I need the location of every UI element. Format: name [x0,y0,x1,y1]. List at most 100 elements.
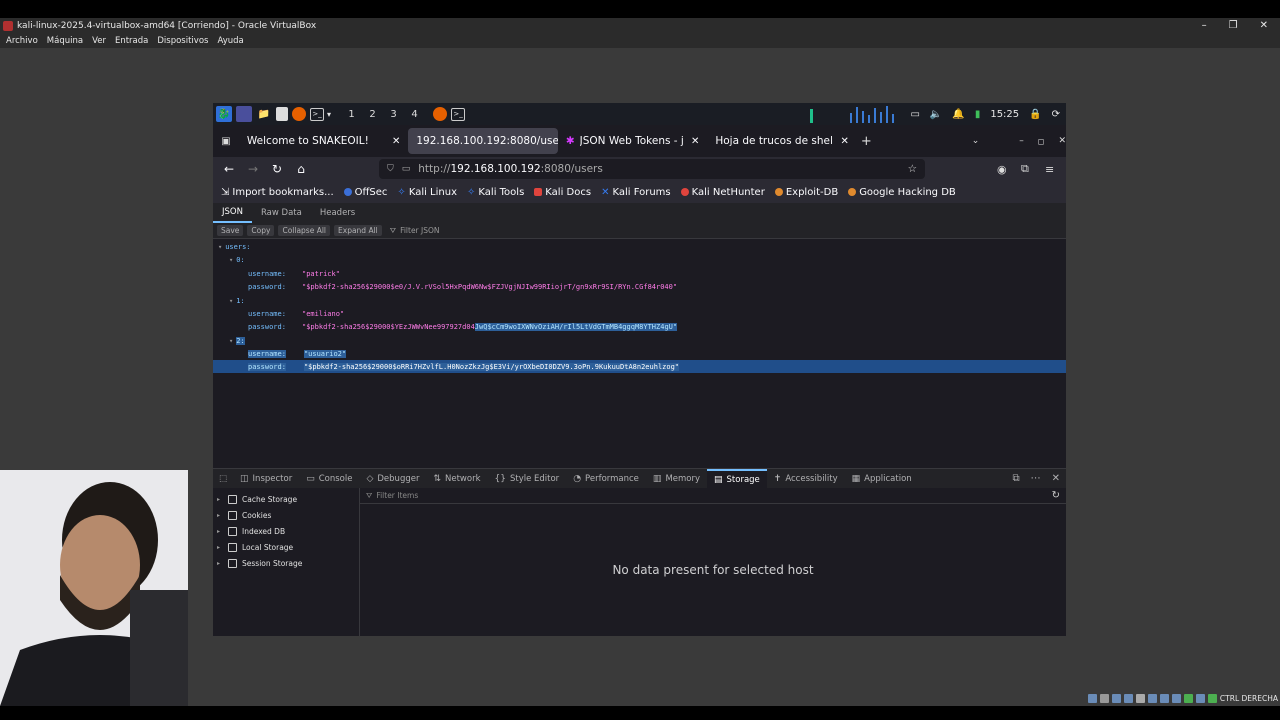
url-bar[interactable]: ⛉ ▭ http://192.168.100.192:8080/users ☆ [379,159,925,179]
tab-debugger[interactable]: ◇ Debugger [359,469,426,489]
collapse-all-button[interactable]: Collapse All [278,225,331,236]
expand-arrow-icon[interactable]: ▸ [217,528,223,535]
tab-headers[interactable]: Headers [311,203,364,223]
close-icon[interactable]: ✕ [1260,20,1268,31]
network-status-icon[interactable] [1123,694,1133,703]
filter-json-input[interactable]: Filter JSON [400,226,439,235]
bookmark-kali-linux[interactable]: ✧ Kali Linux [397,187,457,198]
chevron-down-icon[interactable]: ▾ [327,110,331,119]
shared-folder-icon[interactable] [1147,694,1157,703]
shield-icon[interactable]: ⛉ [387,164,394,174]
close-tab-icon[interactable]: ✕ [392,136,400,147]
tab-network[interactable]: ⇅ Network [426,469,487,489]
expand-arrow-icon[interactable]: ▸ [217,544,223,551]
clock[interactable]: 15:25 [990,109,1019,120]
volume-icon[interactable]: 🔈 [930,109,942,120]
json-row-index-0[interactable]: ▾ 0: [213,253,1066,266]
json-row-password-selected[interactable]: password: "$pbkdf2-sha256$29000$oRRi7HZv… [213,360,1066,373]
expand-toggle-icon[interactable]: ▾ [218,243,222,251]
power-icon[interactable]: ⟳ [1052,109,1060,120]
workspace-1[interactable]: 1 [341,109,362,120]
url-text[interactable]: http://192.168.100.192:8080/users [418,163,603,175]
bookmark-kali-docs[interactable]: Kali Docs [534,187,591,198]
menu-maquina[interactable]: Máquina [47,36,83,46]
expand-arrow-icon[interactable]: ▸ [217,512,223,519]
battery-icon[interactable]: ▮ [975,109,981,120]
files-icon[interactable]: 📁 [256,106,272,122]
app-menu-icon[interactable]: ≡ [1045,163,1054,176]
tab-console[interactable]: ▭ Console [299,469,359,489]
tab-memory[interactable]: ▥ Memory [646,469,707,489]
page-info-icon[interactable]: ▭ [402,164,411,174]
workspace-3[interactable]: 3 [383,109,404,120]
tab-jwt[interactable]: ✱ JSON Web Tokens - jwt.io ✕ [558,128,708,154]
recording-icon[interactable] [1171,694,1181,703]
bookmark-kali-tools[interactable]: ✧ Kali Tools [467,187,524,198]
json-row-index-2[interactable]: ▾ 2: [213,334,1066,347]
back-icon[interactable]: ← [217,162,241,176]
bookmark-import[interactable]: ⇲ Import bookmarks... [221,187,334,198]
display-settings-icon[interactable]: ▭ [910,109,919,120]
copy-button[interactable]: Copy [247,225,275,236]
tab-storage[interactable]: ▤ Storage [707,468,767,489]
menu-archivo[interactable]: Archivo [6,36,38,46]
optical-icon[interactable] [1099,694,1109,703]
usb-icon[interactable] [1135,694,1145,703]
bookmark-kali-nethunter[interactable]: Kali NetHunter [680,187,765,198]
new-tab-icon[interactable]: + [861,134,872,149]
home-icon[interactable]: ⌂ [289,162,313,176]
bookmark-offsec[interactable]: OffSec [343,187,387,198]
expand-all-button[interactable]: Expand All [334,225,382,236]
storage-item-cookies[interactable]: ▸ Cookies [213,507,359,523]
more-options-icon[interactable]: ⋯ [1031,473,1041,484]
dock-icon[interactable]: ⧉ [1012,473,1019,484]
minimize-icon[interactable]: – [1202,20,1207,31]
storage-item-cache[interactable]: ▸ Cache Storage [213,491,359,507]
tab-snakeoil[interactable]: Welcome to SNAKEOIL! ✕ [239,128,408,154]
window-maximize-icon[interactable]: ◻ [1038,137,1045,146]
lock-icon[interactable]: 🔒 [1029,109,1041,120]
mouse-icon[interactable] [1195,694,1205,703]
reload-icon[interactable]: ↻ [265,162,289,176]
storage-item-local[interactable]: ▸ Local Storage [213,539,359,555]
tab-reverse-shell[interactable]: Hoja de trucos de shell invers ✕ [707,128,857,154]
tab-overview-icon[interactable]: ▣ [213,136,239,147]
extensions-icon[interactable]: ⧉ [1021,162,1029,176]
storage-item-session[interactable]: ▸ Session Storage [213,555,359,571]
workspace-2[interactable]: 2 [362,109,383,120]
display-icon[interactable] [1159,694,1169,703]
json-row-username[interactable]: username: "usuario2" [213,347,1066,360]
kali-menu-icon[interactable]: 🐉 [216,106,232,122]
window-close-icon[interactable]: ✕ [1058,136,1066,146]
text-editor-icon[interactable] [276,107,288,121]
bookmark-exploit-db[interactable]: Exploit-DB [774,187,838,198]
menu-dispositivos[interactable]: Dispositivos [157,36,208,46]
menu-ayuda[interactable]: Ayuda [217,36,243,46]
window-minimize-icon[interactable]: – [1019,136,1024,146]
keyboard-icon[interactable] [1207,694,1217,703]
expand-toggle-icon[interactable]: ▾ [229,256,233,264]
audio-icon[interactable] [1111,694,1121,703]
terminal-window-icon[interactable]: >_ [451,107,466,121]
tab-style-editor[interactable]: {} Style Editor [488,469,567,489]
close-tab-icon[interactable]: ✕ [840,136,848,147]
bookmark-google-hacking-db[interactable]: Google Hacking DB [848,187,956,198]
tab-inspector[interactable]: ◫ Inspector [233,469,299,489]
filter-items-input[interactable]: Filter Items [376,491,418,500]
tab-performance[interactable]: ◔ Performance [566,469,646,489]
save-button[interactable]: Save [217,225,244,236]
close-tab-icon[interactable]: ✕ [691,136,699,147]
bookmark-star-icon[interactable]: ☆ [908,163,917,175]
cpu-icon[interactable] [1183,694,1193,703]
expand-toggle-icon[interactable]: ▾ [229,337,233,345]
expand-arrow-icon[interactable]: ▸ [217,560,223,567]
json-row-username[interactable]: username: "emiliano" [213,307,1066,320]
workspace-4[interactable]: 4 [404,109,425,120]
tab-accessibility[interactable]: ✝ Accessibility [767,469,845,489]
forward-icon[interactable]: → [241,162,265,176]
tab-json[interactable]: JSON [213,203,252,223]
json-row-users[interactable]: ▾ users: [213,240,1066,253]
notifications-icon[interactable]: 🔔 [952,109,964,120]
json-row-username[interactable]: username: "patrick" [213,267,1066,280]
element-picker-icon[interactable]: ⬚ [213,469,233,489]
